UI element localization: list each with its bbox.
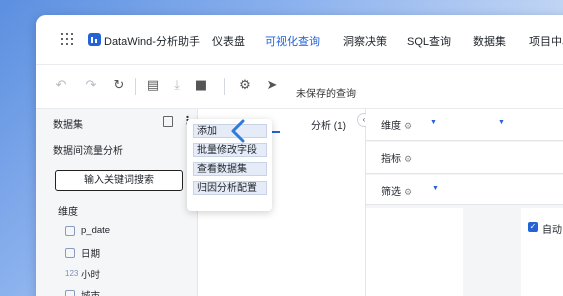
- date-field-icon: [65, 225, 75, 236]
- redo-icon[interactable]: ↷: [84, 79, 98, 93]
- nav-item-insight[interactable]: 洞察决策: [343, 33, 387, 49]
- filter-shelf-label: 筛选: [381, 187, 401, 198]
- chart-canvas[interactable]: [366, 208, 463, 296]
- menu-item-attribution-config[interactable]: 归因分析配置: [193, 181, 267, 195]
- field-item[interactable]: 日期: [65, 246, 100, 260]
- mouse-cursor-icon: [231, 119, 245, 143]
- chevron-down-icon[interactable]: ▼: [430, 119, 437, 126]
- metric-shelf[interactable]: 指标 ⚙: [366, 142, 563, 174]
- dimension-shelf[interactable]: 维度 ⚙ ▼ ▼: [366, 109, 563, 141]
- gear-icon[interactable]: ⚙: [404, 155, 412, 165]
- send-icon[interactable]: ➤: [265, 79, 279, 93]
- datawind-logo-icon: [88, 33, 101, 46]
- dataset-panel-title: 数据集: [53, 120, 83, 131]
- metric-shelf-label: 指标: [381, 154, 401, 165]
- unsaved-status: 未保存的查询: [296, 89, 356, 100]
- toolbar-divider: [135, 78, 136, 95]
- menu-item-batch-edit-fields[interactable]: 批量修改字段: [193, 143, 267, 157]
- toolbar: ↶ ↷ ↻ ▤ ⤓ ■ ⚙ ➤ 未保存的查询: [36, 65, 563, 109]
- app-window: DataWind-分析助手 仪表盘 可视化查询 洞察决策 SQL查询 数据集 项…: [36, 15, 563, 296]
- gear-icon[interactable]: ⚙: [404, 188, 412, 198]
- add-dataset-icon[interactable]: [163, 116, 173, 127]
- field-search-input[interactable]: 输入关键词搜索: [55, 170, 183, 191]
- lock-icon[interactable]: ■: [194, 79, 208, 93]
- chevron-down-icon[interactable]: ▼: [432, 185, 439, 192]
- dataset-name[interactable]: 数据间流量分析: [53, 142, 123, 157]
- menu-item-view-dataset[interactable]: 查看数据集: [193, 162, 267, 176]
- number-field-icon: 123: [65, 269, 79, 278]
- download-icon[interactable]: ⤓: [170, 79, 184, 93]
- dataset-panel: 数据集 ⋮ 数据间流量分析 输入关键词搜索 维度 p_date 日期 123 小…: [36, 109, 198, 296]
- dimension-shelf-label: 维度: [381, 121, 401, 132]
- geo-field-icon: [65, 290, 75, 296]
- top-navigation: DataWind-分析助手 仪表盘 可视化查询 洞察决策 SQL查询 数据集 项…: [36, 15, 563, 65]
- date-field-icon: [65, 248, 75, 258]
- nav-item-dashboard[interactable]: 仪表盘: [212, 33, 245, 49]
- nav-item-sql-query[interactable]: SQL查询: [407, 33, 451, 49]
- app-title[interactable]: DataWind-分析助手: [104, 33, 200, 49]
- dimension-section-title: 维度: [58, 207, 78, 218]
- chevron-down-icon[interactable]: ▼: [498, 119, 505, 126]
- nav-item-dataset[interactable]: 数据集: [473, 33, 506, 49]
- gear-icon[interactable]: ⚙: [404, 122, 412, 132]
- auto-checkbox[interactable]: ✓: [528, 222, 538, 232]
- filter-shelf[interactable]: 筛选 ⚙ ▼: [366, 175, 563, 205]
- refresh-icon[interactable]: ↻: [112, 79, 126, 93]
- settings-icon[interactable]: ⚙: [238, 79, 252, 93]
- field-item[interactable]: p_date: [65, 225, 110, 236]
- field-item[interactable]: 123 小时: [65, 267, 100, 281]
- app-grid-icon[interactable]: [61, 33, 73, 45]
- tab-analysis[interactable]: 分析 (1): [311, 117, 346, 132]
- undo-icon[interactable]: ↶: [54, 79, 68, 93]
- auto-checkbox-label: 自动: [542, 225, 562, 236]
- toolbar-divider: [224, 78, 225, 95]
- save-as-icon[interactable]: ▤: [146, 79, 160, 93]
- nav-item-visual-query[interactable]: 可视化查询: [265, 33, 320, 49]
- field-item[interactable]: 城市: [65, 288, 100, 296]
- nav-item-project-center[interactable]: 项目中心: [529, 33, 563, 49]
